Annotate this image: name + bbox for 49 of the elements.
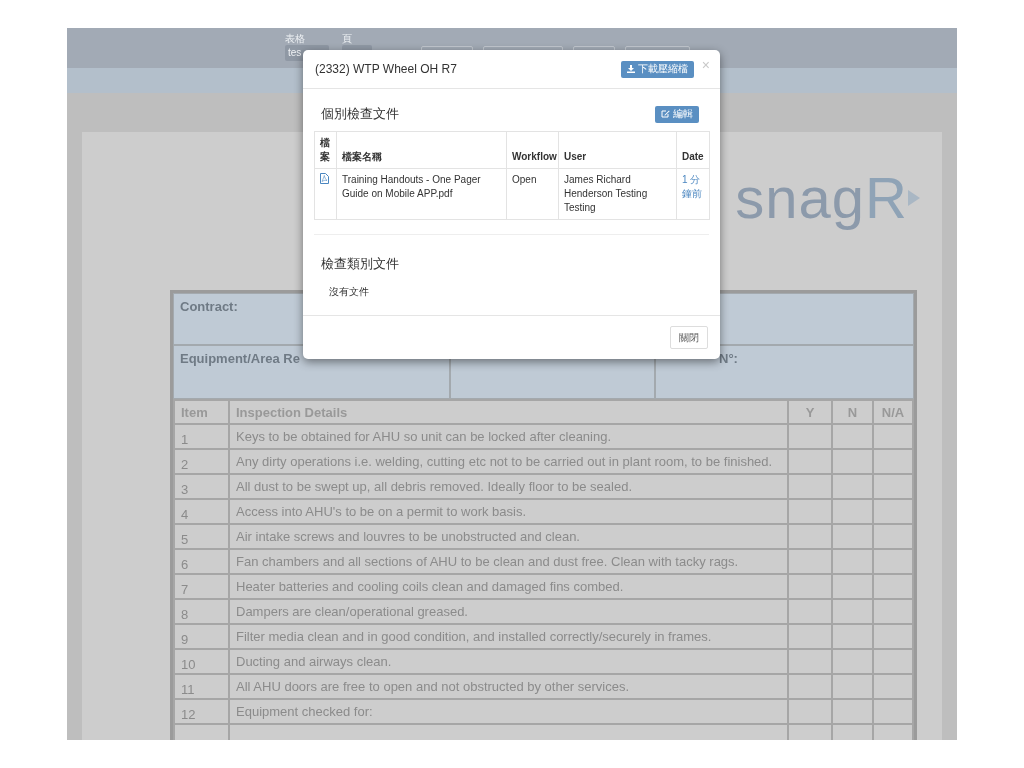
close-button[interactable]: 關閉 (670, 326, 708, 349)
table-cell: 9 (174, 624, 229, 649)
table-cell: 7 (174, 574, 229, 599)
pdf-file-icon[interactable] (320, 173, 329, 184)
table-cell: 10 (174, 649, 229, 674)
table-cell: 4 (174, 499, 229, 524)
field-label: N°: (719, 351, 738, 366)
field-label: 頁 (342, 33, 353, 45)
download-icon (626, 65, 635, 73)
download-button[interactable]: 下載壓縮檔 (620, 60, 694, 78)
table-cell: Keys to be obtained for AHU so unit can be locked after cleaning. (229, 424, 788, 449)
table-cell: Ducting and airways clean. (229, 649, 788, 674)
table-cell: 1 (174, 424, 229, 449)
table-cell: 11 (174, 674, 229, 699)
table-cell: Open (506, 168, 559, 220)
table-cell: 2 (174, 449, 229, 474)
field-label: Contract: (180, 299, 238, 314)
table-cell: Training Handouts - One Pager Guide on Mobile APP.pdf (336, 168, 507, 220)
table-cell: All dust to be swept up, all debris removed. Ideally floor to be sealed. (229, 474, 788, 499)
section-title: 檢查類別文件 (321, 255, 400, 273)
column-header: 檔案 (314, 131, 337, 169)
table-cell: 12 (174, 699, 229, 724)
table-cell: Heater batteries and cooling coils clean and damaged fins combed. (229, 574, 788, 599)
table-cell: James Richard Henderson Testing Testing (558, 168, 677, 220)
table-cell: All AHU doors are free to open and not obstructed by other services. (229, 674, 788, 699)
table-cell: Dampers are clean/operational greased. (229, 599, 788, 624)
column-header: Date (676, 131, 710, 169)
table-cell: 8 (174, 599, 229, 624)
field-label: Equipment/Area Re (180, 351, 300, 366)
section-title: 個別檢查文件 (321, 105, 399, 123)
empty-message: 沒有文件 (328, 285, 370, 299)
modal-title: (2332) WTP Wheel OH R7 (315, 62, 458, 76)
table-cell: 3 (174, 474, 229, 499)
field-label: 表格 (285, 33, 306, 45)
column-header: 檔案名稱 (336, 131, 507, 169)
table-cell: Access into AHU's to be on a permit to work basis. (229, 499, 788, 524)
table-cell: 6 (174, 549, 229, 574)
table-cell: Any dirty operations i.e. welding, cutting etc not to be carried out in plant room, to be finished. (229, 449, 788, 474)
edit-icon (661, 110, 670, 118)
table-cell: Filter media clean and in good condition, and installed correctly/securely in frames. (229, 624, 788, 649)
table-cell: Equipment checked for: (229, 699, 788, 724)
edit-button[interactable]: 編輯 (655, 105, 699, 123)
column-header: Workflow (506, 131, 559, 169)
table-cell: Fan chambers and all sections of AHU to be clean and dust free. Clean with tacky rags. (229, 549, 788, 574)
table-cell: Air intake screws and louvres to be unobstructed and clean. (229, 524, 788, 549)
table-cell: 5 (174, 524, 229, 549)
table-cell: 1 分鐘前 (676, 168, 710, 220)
column-header: User (558, 131, 677, 169)
logo: snagR (735, 154, 920, 242)
